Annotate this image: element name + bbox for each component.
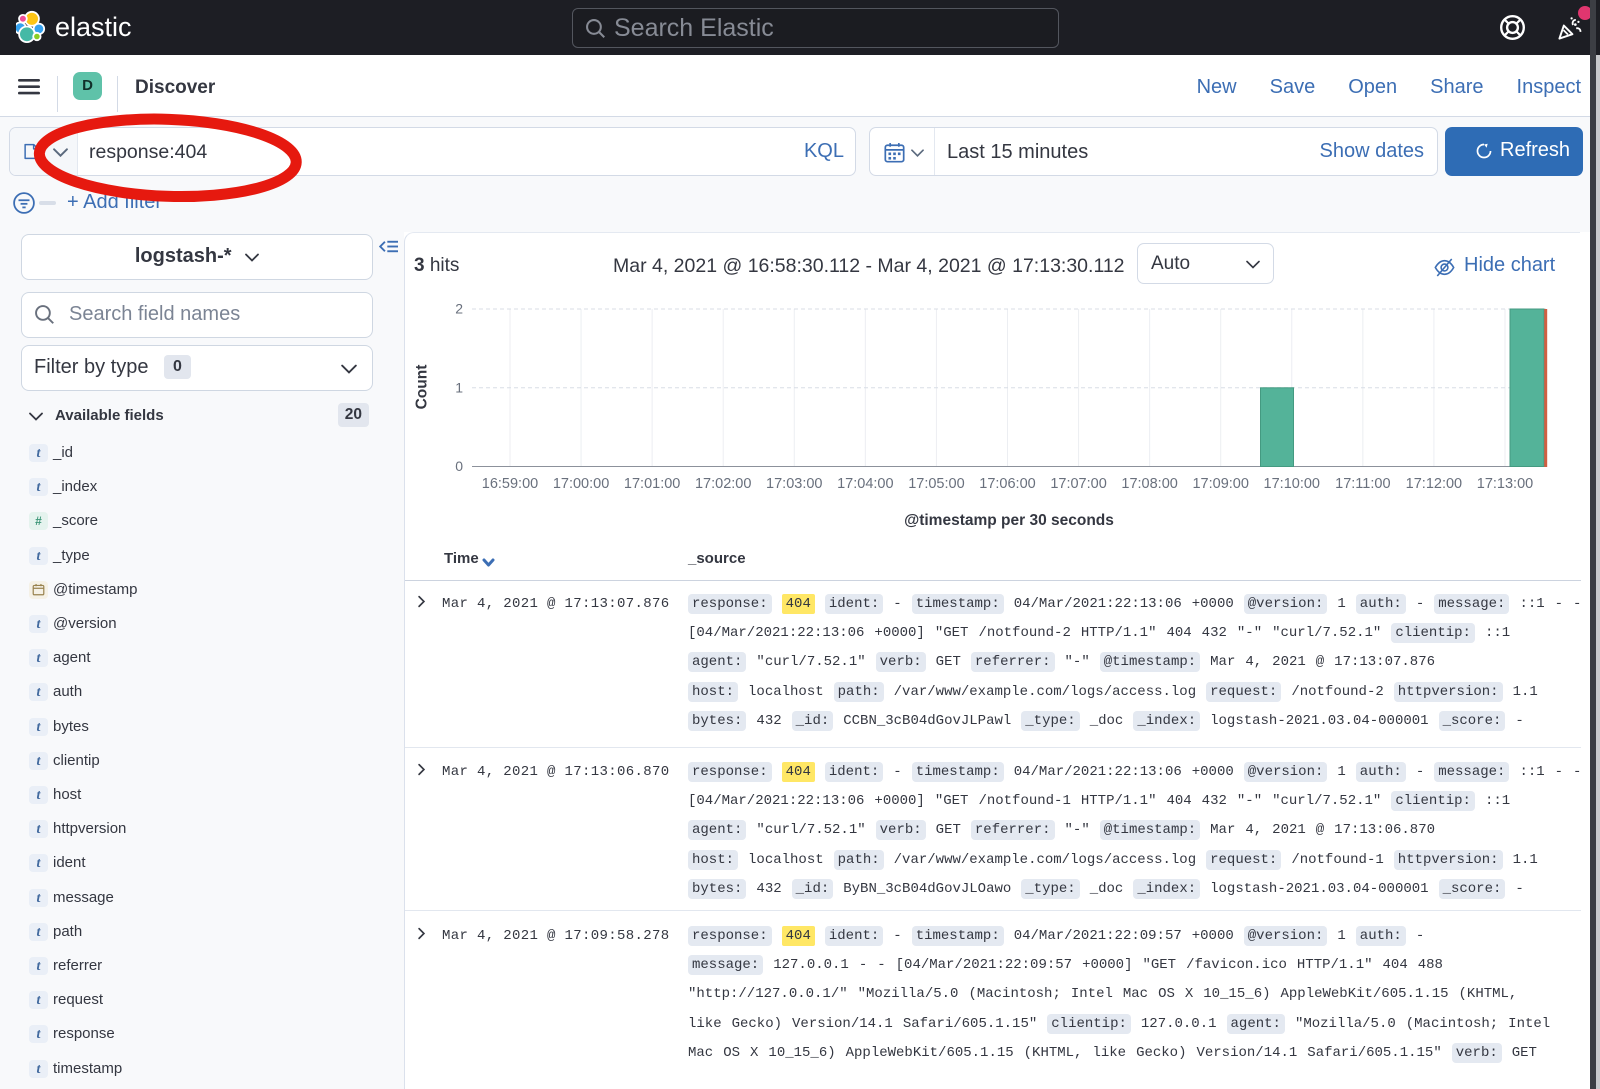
svg-text:17:10:00: 17:10:00 bbox=[1264, 476, 1320, 492]
svg-text:17:01:00: 17:01:00 bbox=[624, 476, 680, 492]
svg-text:16:59:00: 16:59:00 bbox=[482, 476, 538, 492]
svg-text:17:05:00: 17:05:00 bbox=[908, 476, 964, 492]
svg-text:17:13:00: 17:13:00 bbox=[1477, 476, 1533, 492]
svg-text:17:12:00: 17:12:00 bbox=[1406, 476, 1462, 492]
svg-text:17:09:00: 17:09:00 bbox=[1192, 476, 1248, 492]
svg-text:17:07:00: 17:07:00 bbox=[1050, 476, 1106, 492]
svg-text:1: 1 bbox=[455, 379, 463, 395]
svg-text:0: 0 bbox=[455, 458, 463, 474]
svg-text:17:11:00: 17:11:00 bbox=[1335, 476, 1390, 492]
svg-text:17:00:00: 17:00:00 bbox=[553, 476, 609, 492]
svg-text:17:06:00: 17:06:00 bbox=[979, 476, 1035, 492]
svg-text:17:08:00: 17:08:00 bbox=[1121, 476, 1177, 492]
svg-text:17:02:00: 17:02:00 bbox=[695, 476, 751, 492]
svg-text:17:03:00: 17:03:00 bbox=[766, 476, 822, 492]
svg-text:17:04:00: 17:04:00 bbox=[837, 476, 893, 492]
svg-text:2: 2 bbox=[455, 301, 463, 317]
